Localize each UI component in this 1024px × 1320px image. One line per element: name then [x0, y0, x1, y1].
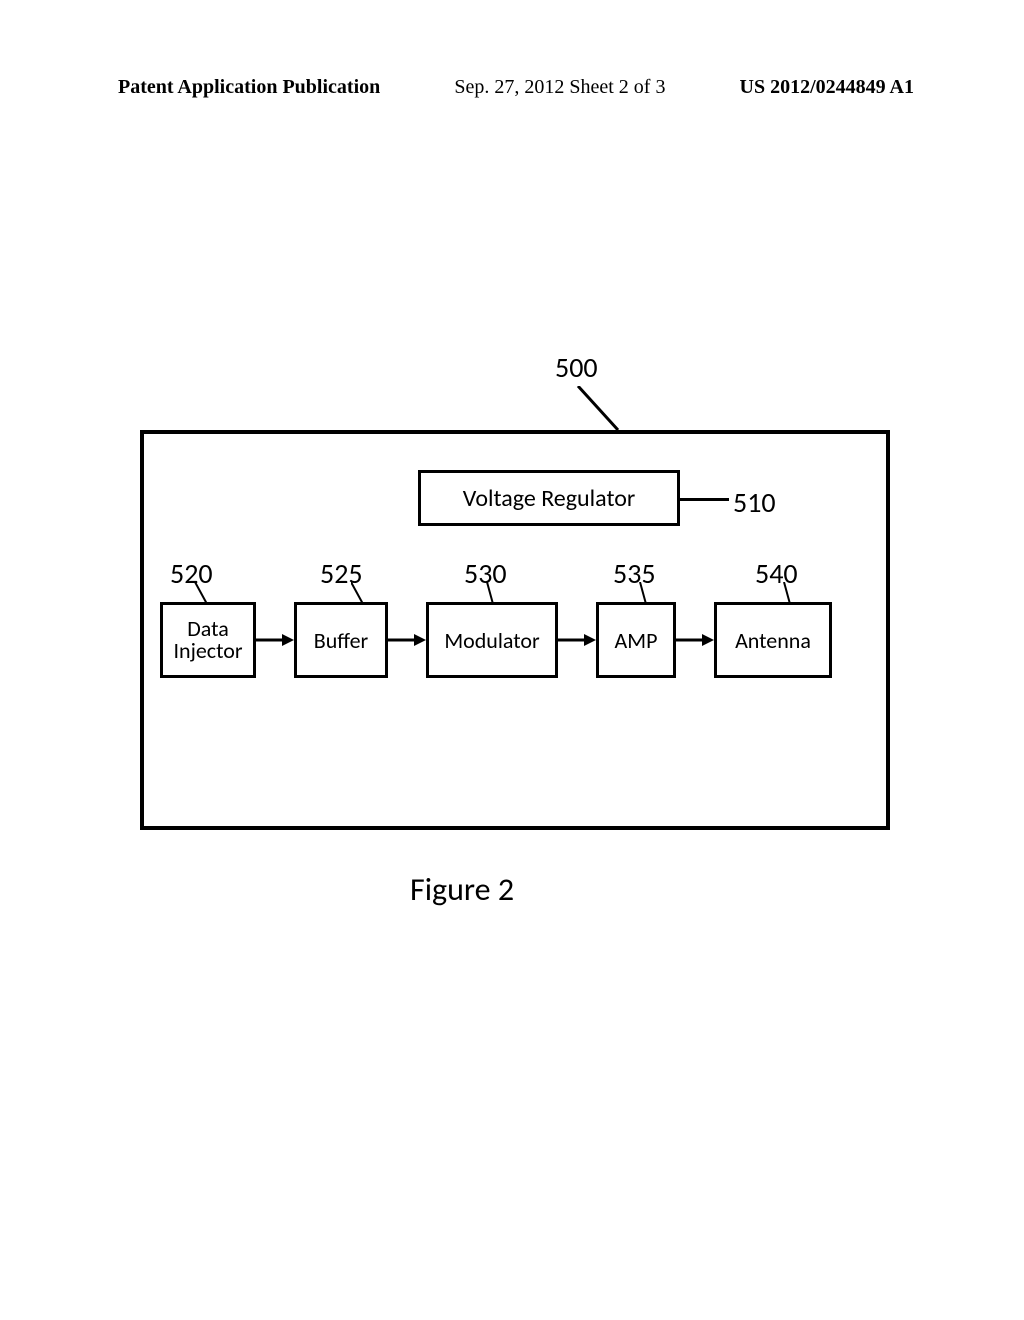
- arrow-2: [388, 639, 426, 641]
- buffer-block: Buffer: [294, 602, 388, 678]
- voltage-regulator-block: Voltage Regulator: [418, 470, 680, 526]
- amp-label: AMP: [615, 627, 658, 654]
- signal-chain: Data Injector Buffer Modulator AMP Anten…: [160, 602, 832, 678]
- date-sheet: Sep. 27, 2012 Sheet 2 of 3: [454, 76, 665, 99]
- ref-500: 500: [555, 350, 598, 385]
- data-injector-label-l2: Injector: [173, 640, 242, 662]
- modulator-label: Modulator: [444, 627, 539, 654]
- leader-510: [679, 498, 729, 501]
- modulator-block: Modulator: [426, 602, 558, 678]
- page-header: Patent Application Publication Sep. 27, …: [0, 76, 1024, 99]
- figure-caption: Figure 2: [410, 870, 514, 909]
- leader-500: [570, 386, 630, 436]
- arrow-3: [558, 639, 596, 641]
- amp-block: AMP: [596, 602, 676, 678]
- antenna-block: Antenna: [714, 602, 832, 678]
- arrow-1: [256, 639, 294, 641]
- voltage-regulator-label: Voltage Regulator: [463, 484, 636, 513]
- data-injector-block: Data Injector: [160, 602, 256, 678]
- doc-type: Patent Application Publication: [118, 76, 380, 99]
- arrow-4: [676, 639, 714, 641]
- ref-510: 510: [733, 485, 776, 520]
- pub-number: US 2012/0244849 A1: [740, 76, 914, 99]
- antenna-label: Antenna: [735, 627, 811, 654]
- buffer-label: Buffer: [314, 627, 368, 654]
